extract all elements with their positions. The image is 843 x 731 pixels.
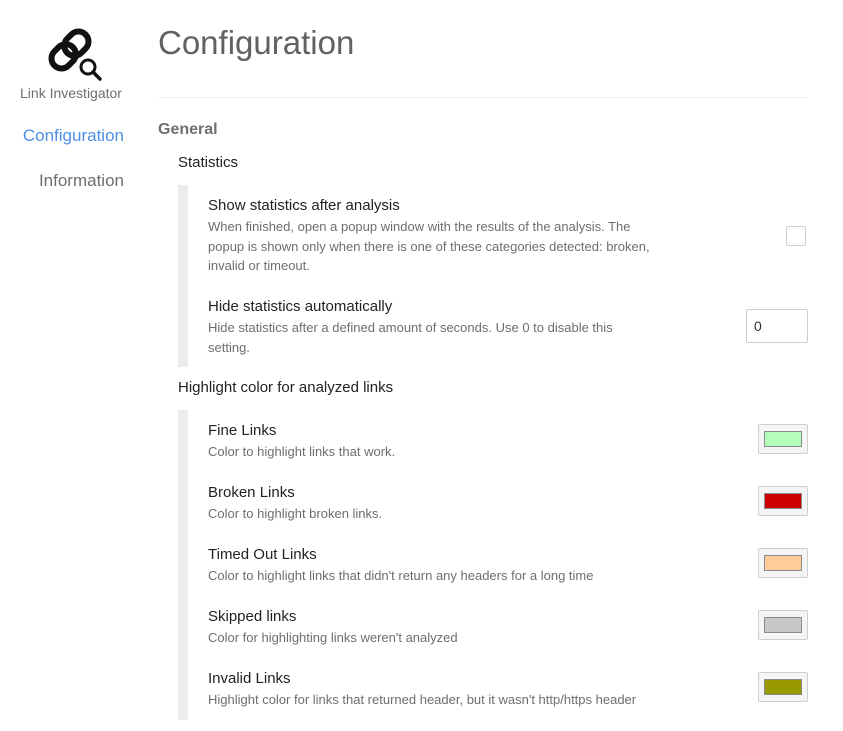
setting-description: Color for highlighting links weren't ana… (208, 630, 458, 645)
show-statistics-checkbox[interactable] (786, 226, 806, 246)
setting-invalid-links: Invalid Links Highlight color for links … (208, 669, 808, 710)
chain-link-magnifier-icon (44, 24, 104, 82)
setting-title: Invalid Links (208, 670, 291, 687)
group-bar-statistics (178, 185, 188, 367)
setting-skipped-links: Skipped links Color for highlighting lin… (208, 607, 808, 648)
color-swatch-fill (764, 679, 802, 695)
setting-hide-statistics: Hide statistics automatically Hide stati… (208, 297, 808, 357)
broken-links-color-picker[interactable] (758, 486, 808, 516)
skipped-links-color-picker[interactable] (758, 610, 808, 640)
sidebar: Link Investigator Configuration Informat… (0, 0, 140, 731)
color-swatch-fill (764, 617, 802, 633)
setting-title: Broken Links (208, 484, 295, 501)
setting-title: Timed Out Links (208, 546, 317, 563)
color-swatch-fill (764, 431, 802, 447)
setting-title: Skipped links (208, 608, 297, 625)
nav-item-configuration[interactable]: Configuration (23, 126, 124, 146)
setting-show-statistics: Show statistics after analysis When fini… (208, 196, 808, 276)
color-swatch-fill (764, 493, 802, 509)
setting-description: Color to highlight links that work. (208, 444, 396, 459)
setting-timed-out-links: Timed Out Links Color to highlight links… (208, 545, 808, 586)
app-name: Link Investigator (20, 85, 122, 101)
divider (158, 97, 808, 98)
setting-description: When finished, open a popup window with … (208, 219, 650, 273)
group-title-highlight: Highlight color for analyzed links (178, 379, 394, 396)
hide-statistics-seconds-input[interactable] (746, 309, 808, 343)
setting-description: Color to highlight broken links. (208, 506, 383, 521)
fine-links-color-picker[interactable] (758, 424, 808, 454)
nav-item-information[interactable]: Information (39, 171, 124, 191)
setting-description: Hide statistics after a defined amount o… (208, 320, 613, 355)
section-title-general: General (158, 121, 218, 138)
color-swatch-fill (764, 555, 802, 571)
setting-title: Show statistics after analysis (208, 197, 400, 214)
group-title-statistics: Statistics (178, 154, 239, 171)
page-title: Configuration (158, 24, 355, 61)
setting-title: Hide statistics automatically (208, 298, 393, 315)
invalid-links-color-picker[interactable] (758, 672, 808, 702)
timed-out-links-color-picker[interactable] (758, 548, 808, 578)
setting-title: Fine Links (208, 422, 277, 439)
group-bar-highlight (178, 410, 188, 720)
setting-description: Color to highlight links that didn't ret… (208, 568, 594, 583)
setting-fine-links: Fine Links Color to highlight links that… (208, 421, 808, 462)
setting-broken-links: Broken Links Color to highlight broken l… (208, 483, 808, 524)
setting-description: Highlight color for links that returned … (208, 692, 637, 707)
